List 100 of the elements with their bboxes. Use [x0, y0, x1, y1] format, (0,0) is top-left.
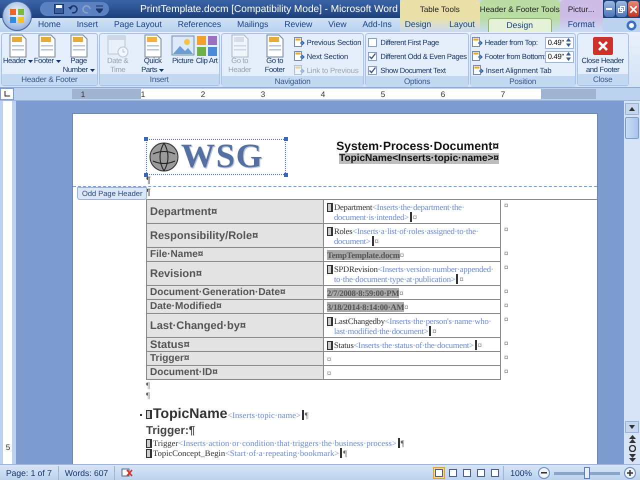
field-text: Trigger<Inserts·action·or·condition·that·triggers·the·business·process> ¶ [153, 438, 404, 448]
view-button[interactable] [433, 466, 446, 478]
checkbox[interactable] [368, 38, 378, 47]
table-cell: Document·ID¤ [146, 366, 323, 380]
page-count[interactable]: Page: 1 of 7 [0, 466, 59, 480]
browse-object-icon[interactable] [628, 445, 636, 452]
row-end-mark: ¤ [503, 262, 510, 274]
view-button[interactable] [489, 466, 502, 478]
table-cell: Trigger¤ [146, 352, 323, 366]
document-title: System·Process·Document¤ [336, 139, 499, 153]
up-arrow-icon [629, 107, 635, 111]
caret-icon [28, 60, 33, 63]
table-cell: Department¤ [146, 200, 323, 224]
row-end-mark: ¤ [503, 314, 510, 326]
close-icon [630, 6, 637, 12]
document-icon [37, 34, 58, 58]
ribbon-tab[interactable]: Insert [68, 17, 106, 32]
scroll-thumb[interactable] [625, 117, 639, 139]
field-start-icon [327, 341, 333, 350]
customize-icon[interactable] [96, 5, 103, 13]
undo-icon[interactable] [68, 4, 78, 14]
ruler-number: 1 [80, 90, 86, 98]
row-end-mark: ¤ [503, 300, 510, 312]
plus-icon [627, 470, 633, 476]
ribbon-tab[interactable]: Review [276, 17, 320, 32]
ruler-number: 5 [6, 443, 10, 452]
checkbox[interactable] [368, 66, 378, 75]
save-icon[interactable] [54, 4, 64, 14]
field-start-icon [327, 227, 333, 236]
group-label: Insert [100, 74, 219, 85]
group-label: Navigation [222, 76, 364, 87]
proofing-icon[interactable] [121, 467, 134, 478]
document-icon [68, 34, 89, 58]
ribbon-tab[interactable]: Mailings [229, 17, 276, 32]
view-button[interactable] [447, 466, 460, 478]
ribbon-tab[interactable]: Design [488, 18, 552, 32]
field-text: LastChangedby<Inserts·the·person's·name·who·last·modified·the·document> ¤ [334, 316, 492, 336]
down-arrow-icon [629, 425, 635, 429]
close-button[interactable] [628, 1, 639, 17]
document-icon [8, 34, 28, 58]
formatting-mark: ¤ [400, 250, 404, 260]
row-end-mark: ¤ [503, 200, 510, 212]
ruler-number: 6 [440, 90, 446, 98]
table-cell: Document·Generation·Date¤ [146, 286, 323, 300]
table-cell: Last·Changed·by¤ [146, 314, 323, 338]
field-text: Status<Inserts·the·status·of·the·document> ¤ [334, 340, 483, 350]
vertical-scrollbar[interactable] [624, 101, 640, 464]
scroll-up-button[interactable] [625, 103, 639, 115]
zoom-slider-thumb[interactable] [584, 466, 590, 478]
field-text: Department<Inserts·the·department·the·document·is·intended> ¤ [334, 202, 466, 222]
row-end-mark: ¤ [503, 338, 510, 350]
paragraph-mark: ¶ [146, 390, 150, 400]
field-text: TopicConcept_Begin<Start·of·a·repeating·bookmark> ¶ [153, 448, 347, 458]
paragraph-mark: ¶ [146, 380, 150, 390]
ruler-number: 1 [140, 90, 146, 98]
clip-art-icon [196, 35, 218, 57]
vertical-ruler[interactable]: 5 [0, 101, 16, 464]
ribbon-tab[interactable]: View [320, 17, 354, 32]
word-count[interactable]: Words: 607 [58, 466, 116, 480]
field-start-icon [327, 203, 333, 212]
formatting-mark: ¤ [404, 302, 408, 312]
previous-page-icon[interactable] [628, 435, 636, 443]
caret-icon [159, 68, 164, 72]
view-button[interactable] [475, 466, 488, 478]
group-label: Close [578, 74, 628, 85]
formatting-mark: ¤ [399, 288, 404, 298]
field-start-icon [146, 410, 152, 419]
restore-button[interactable] [616, 1, 627, 17]
context-tab-label: Table Tools [400, 0, 480, 18]
office-logo-icon [9, 8, 25, 24]
zoom-in-button[interactable] [624, 466, 636, 478]
table-cell: Date·Modified¤ [146, 300, 323, 314]
scroll-down-button[interactable] [625, 421, 639, 433]
field-start-icon [327, 265, 333, 274]
field-text: Roles<Inserts·a·list·of·roles·assigned·to·the·document> ¤ [334, 226, 480, 246]
view-button[interactable] [461, 466, 474, 478]
checkbox[interactable] [368, 52, 378, 61]
document-icon [230, 34, 250, 58]
minimize-button[interactable] [604, 1, 615, 17]
group-label: Header & Footer [2, 74, 97, 85]
field-text: TopicName<Inserts·topic·name> ¶ [153, 406, 309, 423]
help-icon[interactable] [626, 20, 637, 30]
ribbon-tab[interactable]: Page Layout [106, 17, 170, 32]
group-label: Options [366, 76, 468, 87]
calendar-icon [106, 34, 129, 58]
table-cell: Status¤ [146, 338, 323, 352]
ribbon-tab[interactable]: Layout [441, 17, 483, 32]
formatting-mark: ¤ [327, 368, 332, 378]
globe-icon [149, 142, 179, 172]
ribbon-tab[interactable]: Format [560, 17, 603, 32]
ribbon-tab[interactable]: References [170, 17, 230, 32]
minus-icon [541, 472, 547, 474]
document-icon [264, 34, 285, 58]
selected-image[interactable]: WSG [146, 139, 286, 175]
tab-selector[interactable] [0, 88, 14, 100]
ribbon-tab[interactable]: Home [30, 17, 69, 32]
zoom-out-button[interactable] [538, 466, 550, 478]
paragraph-mark: ¶ [146, 175, 152, 185]
ruler-number: 2 [200, 90, 206, 98]
next-page-icon[interactable] [628, 454, 636, 462]
